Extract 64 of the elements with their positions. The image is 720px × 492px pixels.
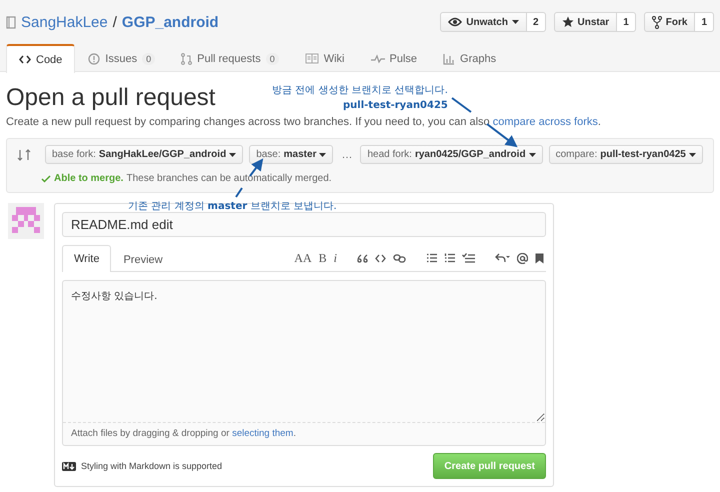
pull-request-icon: [181, 52, 192, 64]
title-field[interactable]: README.md edit: [62, 212, 546, 237]
bulleted-list-icon[interactable]: [426, 253, 437, 263]
format-tool[interactable]: AA: [294, 250, 312, 266]
branch-selector[interactable]: base: master: [249, 145, 334, 164]
repo-tab[interactable]: Pull requests 0: [168, 44, 292, 72]
path-separator: /: [112, 14, 117, 30]
fork-count[interactable]: 1: [695, 12, 714, 32]
fork-button[interactable]: Fork: [644, 12, 696, 32]
quote-icon[interactable]: [357, 254, 368, 262]
caret-icon: [319, 152, 326, 156]
repo-name-link[interactable]: GGP_android: [122, 14, 219, 30]
attach-hint: Attach files by dragging & dropping or selecting them.: [70, 427, 297, 441]
italic-tool[interactable]: i: [334, 250, 337, 266]
page-description: Create a new pull request by comparing changes across two branches. If you need to, you can also compare across forks.: [6, 116, 602, 128]
repo-icon: [6, 16, 16, 28]
annotation-note: 기존 관리 계정의 master 브랜치로 보냅니다.: [128, 200, 337, 213]
star-button[interactable]: Unstar: [554, 12, 618, 32]
watch-count[interactable]: 2: [526, 12, 546, 32]
eye-icon: [448, 17, 462, 27]
merge-note: These branches can be automatically merged.: [126, 173, 332, 184]
select-files-link[interactable]: selecting them: [232, 428, 294, 439]
editor-tab[interactable]: Preview: [111, 246, 175, 272]
fork-icon: [652, 16, 662, 28]
repo-tab[interactable]: Wiki: [292, 44, 358, 72]
caret-icon: [229, 152, 236, 156]
markdown-icon: [62, 462, 76, 470]
star-count[interactable]: 1: [617, 12, 636, 32]
branch-selector[interactable]: compare: pull-test-ryan0425: [548, 145, 703, 164]
branch-selector[interactable]: base fork: SangHakLee/GGP_android: [45, 145, 244, 164]
comment-field[interactable]: 수정사항 있습니다. Attach files by dragging & dropping or selecting them.: [62, 280, 546, 446]
bar-graph-icon: [443, 52, 456, 64]
pulse-icon: [370, 54, 384, 64]
page-title: Open a pull request: [6, 84, 216, 112]
link-icon[interactable]: [393, 254, 406, 262]
caret-icon: [688, 152, 696, 156]
caret-icon: [512, 20, 519, 24]
numbered-list-icon[interactable]: [444, 253, 455, 263]
repo-owner-link[interactable]: SangHakLee: [21, 14, 108, 30]
at-sign-icon[interactable]: [517, 252, 528, 264]
repo-tab[interactable]: Issues 0: [75, 44, 168, 72]
watch-button[interactable]: Unwatch: [440, 12, 527, 32]
bookmark-icon[interactable]: [535, 252, 544, 264]
compare-arrows-icon: [17, 148, 31, 162]
merge-status: Able to merge.: [54, 173, 124, 184]
annotation-note: 방금 전에 생성한 브랜치로 선택합니다. pull-test-ryan0425: [272, 84, 448, 111]
book-icon: [304, 53, 319, 64]
reply-icon[interactable]: [495, 253, 510, 263]
markdown-note: Styling with Markdown is supported: [81, 461, 222, 471]
repo-tab[interactable]: Graphs: [430, 44, 510, 72]
check-icon: [41, 174, 51, 182]
compare-forks-link[interactable]: compare across forks: [492, 116, 598, 128]
star-icon: [562, 16, 574, 28]
code-icon[interactable]: [375, 254, 386, 262]
repo-tab[interactable]: Pulse: [358, 44, 430, 72]
range-separator: …: [340, 148, 354, 160]
branch-selector[interactable]: head fork: ryan0425/GGP_android: [360, 145, 543, 164]
code-icon: [19, 55, 31, 64]
caret-icon: [528, 152, 536, 156]
format-tool[interactable]: B: [318, 250, 327, 266]
editor-tab[interactable]: Write: [62, 245, 112, 272]
repo-tab[interactable]: Code: [6, 44, 76, 73]
issue-icon: [88, 52, 100, 64]
task-list-icon[interactable]: [462, 253, 475, 263]
